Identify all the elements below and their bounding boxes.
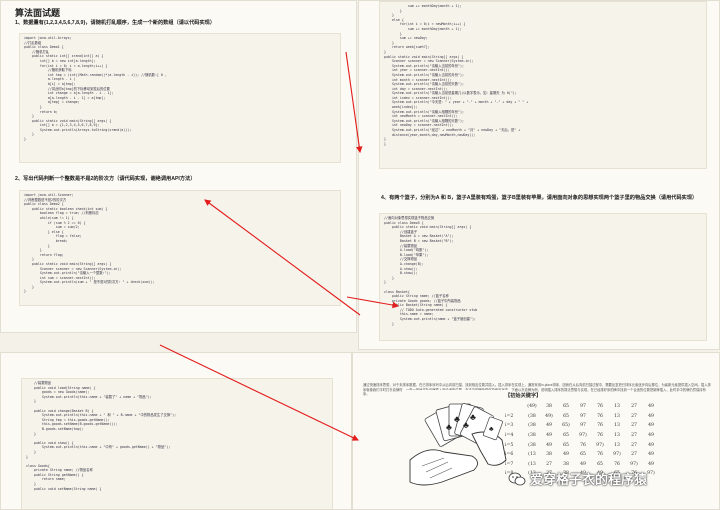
question-1-title: 1、数据量有{1,2,3,4,5,6,7,8,9}，请随机打乱顺序，生成一个新的… — [15, 20, 216, 26]
table-cell: 13 — [614, 413, 620, 419]
table-cell: (38 — [528, 413, 536, 419]
table-cell: (49) — [527, 404, 537, 410]
table-cell: 27 — [631, 442, 637, 448]
code-line: } — [24, 289, 26, 294]
document-page-3: //装载物品 public void load(String name) { g… — [0, 352, 352, 510]
table-row: i=4 (38 49 65 97) 76 13 27 49 — [505, 431, 715, 441]
table-cell: 65 — [597, 461, 603, 467]
table-cell: (38 — [528, 433, 536, 439]
table-cell: 76 — [597, 433, 603, 439]
table-cell: 49 — [546, 442, 552, 448]
svg-text:♣: ♣ — [489, 426, 494, 433]
table-cell: 76 — [597, 452, 603, 458]
table-cell: 76 — [597, 404, 603, 410]
playing-cards-illustration: ♣ ♣ ♣ ♣ ♣ — [402, 390, 512, 502]
watermark: 爱穿格子衣的程序猿 — [508, 469, 647, 488]
document-page-2: sum += monthDay(month + 1); } } else { f… — [358, 0, 720, 350]
table-cell: 49 — [648, 452, 654, 458]
table-cell: 49 — [546, 433, 552, 439]
table-cell: 49 — [648, 423, 654, 429]
table-cell: 49 — [563, 452, 569, 458]
table-row: i=3 (38 49 65) 97 76 13 27 49 — [505, 421, 715, 431]
table-cell: 97) — [579, 433, 587, 439]
table-cell: 13 — [614, 423, 620, 429]
table-cell: 27 — [631, 452, 637, 458]
table-cell: 38 — [546, 452, 552, 458]
table-cell: 27 — [631, 413, 637, 419]
table-cell: 49 — [580, 461, 586, 467]
table-cell: 27 — [631, 433, 637, 439]
table-cell: (13 — [528, 452, 536, 458]
code-block-2: import java.util.Scanner;//判断整数是不是2的阶次方 p… — [19, 190, 341, 306]
wechat-icon — [508, 472, 526, 485]
svg-text:♣: ♣ — [446, 422, 452, 432]
code-line: public void setName(String name) { — [26, 486, 102, 491]
row-label: i=4 — [505, 433, 514, 439]
table-cell: 49 — [546, 423, 552, 429]
table-cell: 97) — [630, 461, 638, 467]
code-block-1: import java.util.Arrays;//打乱数组 public cla… — [19, 33, 341, 163]
table-cell: 65 — [563, 413, 569, 419]
table-cell: 38 — [563, 461, 569, 467]
table-cell: (38 — [528, 442, 536, 448]
table-cell: 13 — [614, 433, 620, 439]
table-cell: 49 — [648, 404, 654, 410]
table-cell: 27 — [631, 404, 637, 410]
code-line: } — [384, 141, 386, 146]
table-cell: 65 — [563, 404, 569, 410]
svg-text:♣: ♣ — [470, 412, 476, 422]
table-cell: 76 — [614, 461, 620, 467]
row-label: i=3 — [505, 423, 514, 429]
table-cell: 97) — [596, 442, 604, 448]
table-cell: 49 — [648, 413, 654, 419]
question-2-title: 2、写出代码判断一个整数是不是2的阶次方（请代码实现，谢绝调用API方法） — [15, 176, 196, 182]
table-cell: 13 — [614, 442, 620, 448]
table-row: i=7 (13 27 38 49 65 76 97) 49 — [505, 460, 715, 470]
table-cell: (38 — [528, 423, 536, 429]
table-cell: 76 — [597, 423, 603, 429]
row-label: i=2 — [505, 413, 514, 419]
table-cell: 13 — [614, 404, 620, 410]
table-cell: 97 — [580, 413, 586, 419]
table-title: 【初始关键字】 — [505, 393, 542, 399]
table-cell: 49 — [648, 461, 654, 467]
table-cell: 49 — [648, 442, 654, 448]
row-label: i=6 — [505, 452, 514, 458]
watermark-text: 爱穿格子衣的程序猿 — [530, 472, 648, 487]
table-cell: 97 — [580, 404, 586, 410]
table-row: i=6 (13 38 49 65 76 97) 27 49 — [505, 450, 715, 460]
table-cell: 65 — [563, 433, 569, 439]
table-cell: 49) — [545, 413, 553, 419]
table-cell: 65) — [562, 423, 570, 429]
table-row: (49) 38 65 97 76 13 27 49 — [505, 402, 715, 412]
svg-text:♣: ♣ — [463, 420, 469, 430]
table-cell: 97 — [580, 423, 586, 429]
table-cell: 27 — [546, 461, 552, 467]
table-cell: 76 — [597, 413, 603, 419]
code-line: } — [384, 321, 394, 326]
code-block-3: sum += monthDay(month + 1); } } else { f… — [379, 1, 707, 169]
table-cell: 65 — [580, 452, 586, 458]
table-cell: 27 — [631, 423, 637, 429]
document-page-1: 算法面试题 1、数据量有{1,2,3,4,5,6,7,8,9}，请随机打乱顺序，… — [0, 0, 357, 333]
table-row: i=2 (38 49) 65 97 76 13 27 49 — [505, 412, 715, 422]
table-cell: 49 — [648, 433, 654, 439]
code-line: } — [24, 137, 26, 142]
table-cell: 76 — [580, 442, 586, 448]
row-label: i=7 — [505, 461, 514, 467]
code-block-5: //装载物品 public void load(String name) { g… — [21, 378, 333, 509]
row-label: i=5 — [505, 442, 514, 448]
question-4-title: 4、有两个篮子，分别为A 和 B，篮子A里装有鸡蛋，篮子B里装有苹果，请用面向对… — [381, 195, 698, 201]
table-cell: 65 — [563, 442, 569, 448]
table-cell: (13 — [528, 461, 536, 467]
code-block-4: //面向对象思想实现篮子物品交换 public class Demo5 { pub… — [379, 213, 707, 341]
table-cell: 38 — [546, 404, 552, 410]
page-title: 算法面试题 — [15, 8, 61, 18]
table-row: i=5 (38 49 65 76 97) 13 27 49 — [505, 440, 715, 450]
table-cell: 97) — [613, 452, 621, 458]
svg-text:♣: ♣ — [454, 414, 460, 424]
